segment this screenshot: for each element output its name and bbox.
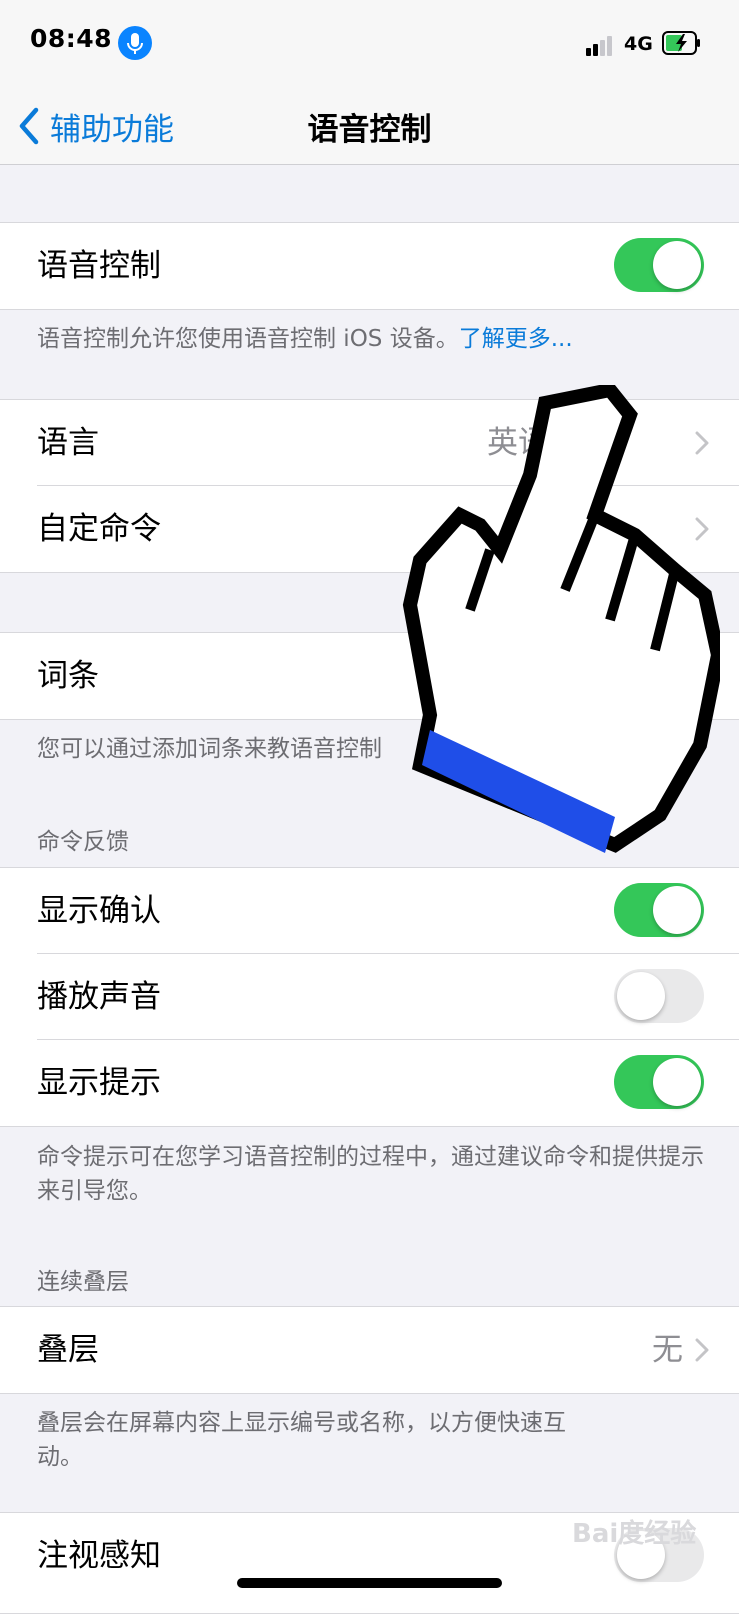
show-confirmation-label: 显示确认 <box>37 893 161 929</box>
overlay-section-header: 连续叠层 <box>37 1269 129 1295</box>
voice-control-description-text: 语音控制允许您使用语音控制 iOS 设备。 <box>37 326 459 352</box>
network-type: 4G <box>624 33 653 55</box>
language-label: 语言 <box>37 425 99 461</box>
voice-control-row: 语音控制 <box>37 223 739 309</box>
status-time: 08:48 <box>30 24 113 53</box>
pointing-hand-cursor-icon <box>402 385 720 853</box>
feedback-description: 命令提示可在您学习语音控制的过程中，通过建议命令和提供提示来引导您。 <box>37 1144 704 1204</box>
cellular-signal-icon <box>586 34 614 56</box>
home-indicator[interactable] <box>237 1578 502 1588</box>
show-hints-label: 显示提示 <box>37 1065 161 1101</box>
microphone-icon <box>118 26 152 60</box>
custom-commands-label: 自定命令 <box>37 511 161 547</box>
show-hints-toggle[interactable] <box>614 1055 704 1109</box>
overlay-description: 叠层会在屏幕内容上显示编号或名称，以方便快速互动。 <box>37 1410 566 1470</box>
chevron-right-icon <box>695 1338 709 1362</box>
overlay-label: 叠层 <box>37 1332 99 1368</box>
page-title: 语音控制 <box>307 112 432 148</box>
voice-control-group: 语音控制 <box>0 222 739 310</box>
overlay-row[interactable]: 叠层 无 <box>37 1307 739 1393</box>
show-hints-row: 显示提示 <box>37 1039 739 1126</box>
feedback-group: 显示确认 播放声音 显示提示 <box>0 867 739 1127</box>
watermark: Bai度经验 <box>572 1519 697 1549</box>
learn-more-link[interactable]: 了解更多... <box>459 326 573 352</box>
overlay-group: 叠层 无 <box>0 1306 739 1394</box>
overlay-value: 无 <box>652 1332 683 1368</box>
vocabulary-label: 词条 <box>37 658 99 694</box>
play-sound-toggle[interactable] <box>614 969 704 1023</box>
voice-control-label: 语音控制 <box>37 248 161 284</box>
play-sound-row: 播放声音 <box>37 953 739 1040</box>
voice-control-description: 语音控制允许您使用语音控制 iOS 设备。了解更多... <box>37 322 717 356</box>
feedback-section-header: 命令反馈 <box>37 829 129 855</box>
attention-label: 注视感知 <box>37 1538 161 1574</box>
play-sound-label: 播放声音 <box>37 979 161 1015</box>
battery-charging-icon <box>662 30 702 56</box>
voice-control-toggle[interactable] <box>614 238 704 292</box>
show-confirmation-toggle[interactable] <box>614 883 704 937</box>
show-confirmation-row: 显示确认 <box>37 868 739 954</box>
